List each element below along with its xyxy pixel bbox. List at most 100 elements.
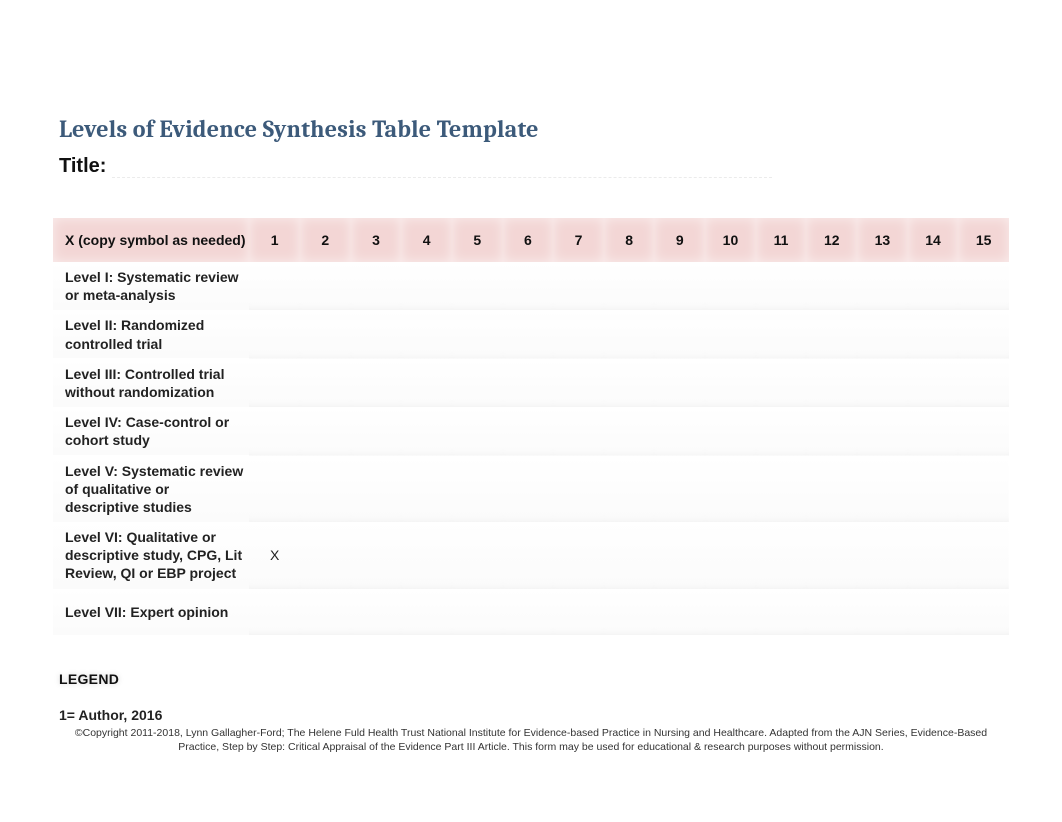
row-label: Level II: Randomized controlled trial	[53, 310, 249, 358]
table-row: Level II: Randomized controlled trial	[53, 310, 1009, 358]
table-cell	[401, 262, 452, 310]
table-cell	[705, 262, 756, 310]
table-cell	[756, 407, 807, 455]
table-cell	[908, 522, 959, 589]
table-row: Level VI: Qualitative or descriptive stu…	[53, 522, 1009, 589]
table-cell	[806, 359, 857, 407]
table-cell	[351, 310, 402, 358]
table-cell	[806, 522, 857, 589]
table-cell	[908, 359, 959, 407]
table-cell	[452, 589, 503, 635]
table-cell	[705, 407, 756, 455]
table-cell	[503, 522, 554, 589]
table-cell	[958, 456, 1009, 523]
column-header: 7	[553, 218, 604, 262]
table-cell	[958, 407, 1009, 455]
table-cell	[401, 310, 452, 358]
legend-item: 1= Author, 2016	[59, 707, 1007, 723]
table-cell	[654, 359, 705, 407]
table-cell	[604, 407, 655, 455]
table-cell	[806, 589, 857, 635]
row-label: Level I: Systematic review or meta-analy…	[53, 262, 249, 310]
table-cell	[857, 522, 908, 589]
table-cell	[300, 522, 351, 589]
row-label: Level III: Controlled trial without rand…	[53, 359, 249, 407]
table-cell	[604, 310, 655, 358]
table-cell	[857, 310, 908, 358]
table-cell	[654, 310, 705, 358]
table-cell	[654, 262, 705, 310]
copyright-footer: ©Copyright 2011-2018, Lynn Gallagher-For…	[55, 726, 1007, 754]
table-cell: X	[249, 522, 300, 589]
title-input-line	[112, 163, 772, 178]
table-cell	[857, 589, 908, 635]
table-cell	[351, 456, 402, 523]
table-row: Level VII: Expert opinion	[53, 589, 1009, 635]
table-cell	[857, 456, 908, 523]
table-cell	[958, 589, 1009, 635]
table-row: Level I: Systematic review or meta-analy…	[53, 262, 1009, 310]
table-cell	[553, 522, 604, 589]
table-cell	[654, 407, 705, 455]
table-cell	[705, 589, 756, 635]
table-cell	[503, 589, 554, 635]
table-cell	[300, 456, 351, 523]
table-body: Level I: Systematic review or meta-analy…	[53, 262, 1009, 635]
row-label: Level IV: Case-control or cohort study	[53, 407, 249, 455]
table-cell	[300, 589, 351, 635]
table-cell	[351, 407, 402, 455]
table-cell	[351, 522, 402, 589]
row-label: Level VI: Qualitative or descriptive stu…	[53, 522, 249, 589]
table-cell	[806, 262, 857, 310]
page-heading: Levels of Evidence Synthesis Table Templ…	[59, 115, 1007, 143]
table-cell	[857, 359, 908, 407]
table-cell	[654, 589, 705, 635]
table-cell	[249, 589, 300, 635]
table-cell	[300, 262, 351, 310]
table-cell	[958, 262, 1009, 310]
column-header: 3	[351, 218, 402, 262]
table-cell	[452, 310, 503, 358]
table-cell	[806, 310, 857, 358]
table-cell	[452, 522, 503, 589]
table-cell	[705, 456, 756, 523]
table-cell	[604, 589, 655, 635]
row-label: Level V: Systematic review of qualitativ…	[53, 456, 249, 523]
table-header-row: X (copy symbol as needed) 1 2 3 4 5 6 7 …	[53, 218, 1009, 262]
table-cell	[401, 522, 452, 589]
table-cell	[553, 262, 604, 310]
table-cell	[401, 456, 452, 523]
column-header: 8	[604, 218, 655, 262]
table-cell	[756, 310, 807, 358]
table-cell	[503, 407, 554, 455]
table-cell	[553, 456, 604, 523]
table-cell	[401, 407, 452, 455]
table-cell	[756, 522, 807, 589]
column-header: 13	[857, 218, 908, 262]
table-cell	[705, 522, 756, 589]
column-header: 12	[806, 218, 857, 262]
table-cell	[401, 359, 452, 407]
table-cell	[503, 456, 554, 523]
table-cell	[654, 456, 705, 523]
table-cell	[756, 359, 807, 407]
column-header: 9	[654, 218, 705, 262]
table-cell	[351, 359, 402, 407]
title-label: Title:	[59, 155, 106, 178]
table-cell	[958, 522, 1009, 589]
table-cell	[452, 262, 503, 310]
table-cell	[249, 407, 300, 455]
table-cell	[604, 262, 655, 310]
table-cell	[249, 359, 300, 407]
column-header: 15	[958, 218, 1009, 262]
table-cell	[604, 522, 655, 589]
table-cell	[300, 407, 351, 455]
table-cell	[351, 262, 402, 310]
table-cell	[351, 589, 402, 635]
table-cell	[705, 359, 756, 407]
title-row: Title:	[55, 155, 1007, 178]
column-header: 6	[503, 218, 554, 262]
table-cell	[756, 589, 807, 635]
table-cell	[958, 359, 1009, 407]
table-cell	[553, 310, 604, 358]
